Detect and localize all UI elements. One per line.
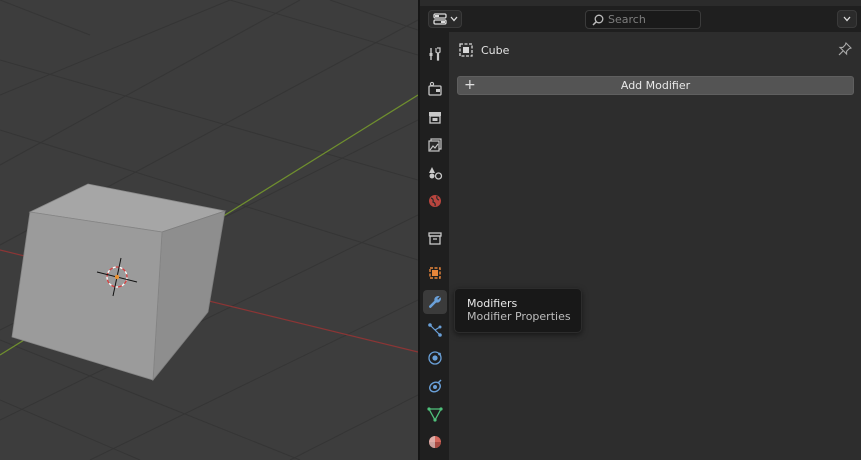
tool-icon [429, 47, 441, 61]
tab-world[interactable] [423, 189, 447, 213]
tab-render[interactable] [423, 77, 447, 101]
object-icon [429, 267, 441, 279]
tooltip-title: Modifiers [467, 297, 518, 310]
tooltip-description: Modifier Properties [467, 310, 571, 323]
add-modifier-button[interactable]: + Add Modifier [457, 76, 854, 95]
editor-type-dropdown[interactable] [428, 10, 462, 28]
object-icon [459, 43, 473, 57]
mesh-data-icon [427, 407, 443, 422]
context-breadcrumb: Cube [459, 41, 509, 59]
render-icon [428, 81, 442, 96]
properties-editor-icon [432, 13, 447, 25]
tab-object[interactable] [423, 261, 447, 285]
world-icon [429, 195, 441, 207]
tab-constraints[interactable] [423, 374, 447, 398]
tab-scene[interactable] [423, 161, 447, 185]
tab-view-layer[interactable] [423, 133, 447, 157]
plus-icon: + [464, 77, 476, 93]
scene-icon [429, 167, 443, 180]
properties-editor: Cube + Add Modifier [420, 0, 861, 460]
constraints-icon [429, 379, 442, 393]
options-dropdown[interactable] [837, 10, 857, 28]
tab-particles[interactable] [423, 318, 447, 342]
collection-icon [428, 232, 442, 245]
chevron-down-icon [843, 16, 851, 22]
search-field[interactable] [585, 10, 701, 29]
chevron-down-icon [450, 16, 457, 22]
tab-tooltip: Modifiers Modifier Properties [454, 288, 582, 333]
tab-modifiers[interactable] [423, 290, 447, 314]
particles-icon [428, 323, 442, 337]
add-modifier-label: Add Modifier [620, 79, 691, 92]
tab-collection[interactable] [423, 226, 447, 250]
tab-data[interactable] [423, 402, 447, 426]
output-icon [429, 112, 441, 124]
tab-physics[interactable] [423, 346, 447, 370]
pin-icon [838, 42, 852, 56]
tab-material[interactable] [423, 430, 447, 454]
cube-mesh[interactable] [11, 183, 227, 382]
search-input[interactable] [608, 13, 694, 26]
3d-viewport[interactable] [0, 0, 418, 460]
viewport-canvas [0, 0, 418, 460]
modifiers-panel: Cube + Add Modifier [449, 32, 861, 460]
search-icon [592, 14, 604, 26]
physics-icon [428, 351, 442, 365]
tab-output[interactable] [423, 105, 447, 129]
properties-tab-bar [420, 32, 449, 460]
properties-header [420, 6, 861, 32]
object-name-label: Cube [481, 43, 510, 57]
material-icon [429, 436, 441, 448]
tab-tool[interactable] [423, 42, 447, 66]
view-layer-icon [428, 138, 442, 152]
wrench-icon [428, 296, 441, 308]
pin-button[interactable] [837, 41, 853, 57]
